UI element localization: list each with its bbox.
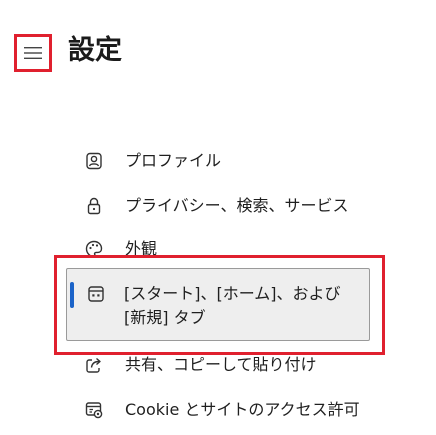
sidebar-item-start-home-new-tab[interactable]: [スタート]、[ホーム]、および [新規] タブ	[66, 268, 370, 341]
sidebar-item-label: [スタート]、[ホーム]、および [新規] タブ	[124, 284, 341, 327]
sidebar-item-privacy[interactable]: プライバシー、検索、サービス	[84, 191, 384, 221]
selected-indicator	[70, 282, 74, 308]
hamburger-menu-icon	[24, 47, 42, 59]
share-icon	[84, 355, 104, 375]
sidebar-item-share-copy-paste[interactable]: 共有、コピーして貼り付け	[84, 350, 384, 380]
lock-icon	[84, 196, 104, 216]
sidebar-item-profile[interactable]: プロファイル	[84, 146, 384, 176]
page-title: 設定	[68, 35, 122, 66]
sidebar-item-cookies-site-permissions[interactable]: Cookie とサイトのアクセス許可	[84, 395, 384, 425]
site-permissions-icon	[84, 400, 104, 420]
sidebar-item-label: プライバシー、検索、サービス	[125, 196, 349, 215]
sidebar-item-label: プロファイル	[125, 151, 222, 170]
sidebar-item-label: 共有、コピーして貼り付け	[125, 355, 317, 374]
profile-icon	[84, 151, 104, 171]
sidebar-item-label: Cookie とサイトのアクセス許可	[125, 400, 360, 419]
new-tab-icon	[86, 284, 106, 304]
hamburger-menu-button[interactable]	[14, 34, 52, 72]
